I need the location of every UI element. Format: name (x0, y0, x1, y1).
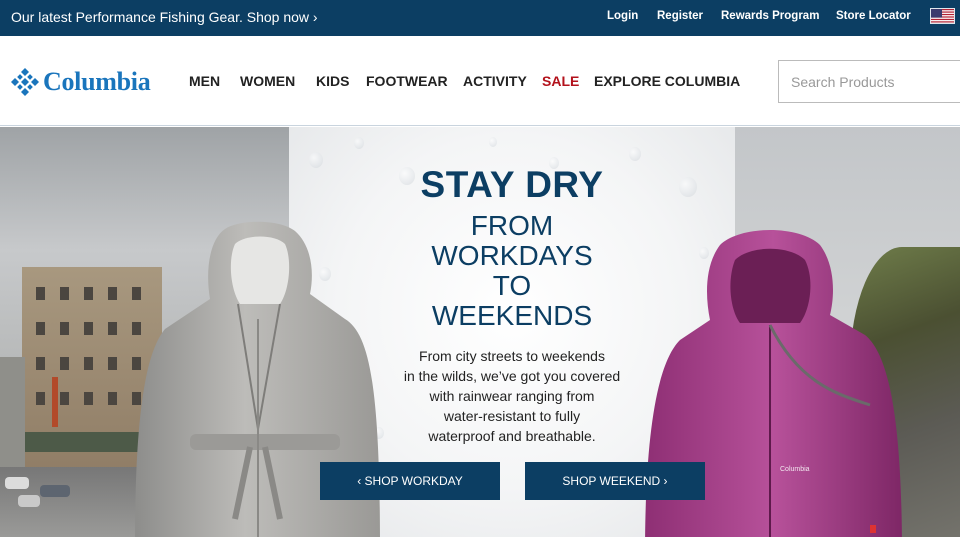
coat-logo-text: Columbia (780, 466, 810, 473)
hero-description-line: water-resistant to fully (443, 408, 581, 424)
hero-description: From city streets to weekends in the wil… (290, 346, 734, 446)
shop-workday-button[interactable]: ‹ SHOP WORKDAY (320, 462, 500, 500)
nav-men[interactable]: MEN (189, 73, 220, 89)
register-link[interactable]: Register (657, 10, 703, 22)
columbia-logo[interactable]: Columbia (10, 67, 151, 97)
search-input[interactable] (779, 61, 960, 102)
hero-subtitle-line: FROM (470, 210, 554, 241)
hero-description-line: From city streets to weekends (419, 348, 605, 364)
logo-wordmark: Columbia (43, 67, 151, 96)
store-locator-link[interactable]: Store Locator (836, 10, 911, 22)
nav-footwear[interactable]: FOOTWEAR (366, 73, 448, 89)
hero-description-line: waterproof and breathable. (428, 428, 596, 444)
shop-weekend-button[interactable]: SHOP WEEKEND › (525, 462, 705, 500)
hero-title: STAY DRY (420, 164, 604, 205)
nav-explore-columbia[interactable]: EXPLORE COLUMBIA (594, 73, 740, 89)
hero-subtitle-line: WEEKENDS (431, 300, 593, 331)
hero-description-line: with rainwear ranging from (429, 388, 595, 404)
hero-description-line: in the wilds, we’ve got you covered (403, 368, 621, 384)
hero-banner[interactable]: Columbia STAY DRY FROM WORKDAYS TO WEEKE… (0, 127, 960, 537)
search-box[interactable] (778, 60, 960, 103)
promo-link[interactable]: Our latest Performance Fishing Gear. Sho… (11, 9, 318, 25)
hero-subtitle: FROM WORKDAYS TO WEEKENDS (290, 211, 734, 331)
site-header: Columbia MEN WOMEN KIDS FOOTWEAR ACTIVIT… (0, 36, 960, 126)
columbia-diamond-icon (10, 67, 40, 97)
hero-subtitle-line: TO (492, 270, 532, 301)
nav-women[interactable]: WOMEN (240, 73, 295, 89)
hero-subtitle-line: WORKDAYS (431, 240, 593, 271)
rewards-program-link[interactable]: Rewards Program (721, 10, 819, 22)
login-link[interactable]: Login (607, 10, 638, 22)
us-flag-icon[interactable] (930, 8, 955, 24)
top-promo-bar: Our latest Performance Fishing Gear. Sho… (0, 0, 960, 36)
nav-activity[interactable]: ACTIVITY (463, 73, 527, 89)
nav-kids[interactable]: KIDS (316, 73, 349, 89)
nav-sale[interactable]: SALE (542, 73, 579, 89)
